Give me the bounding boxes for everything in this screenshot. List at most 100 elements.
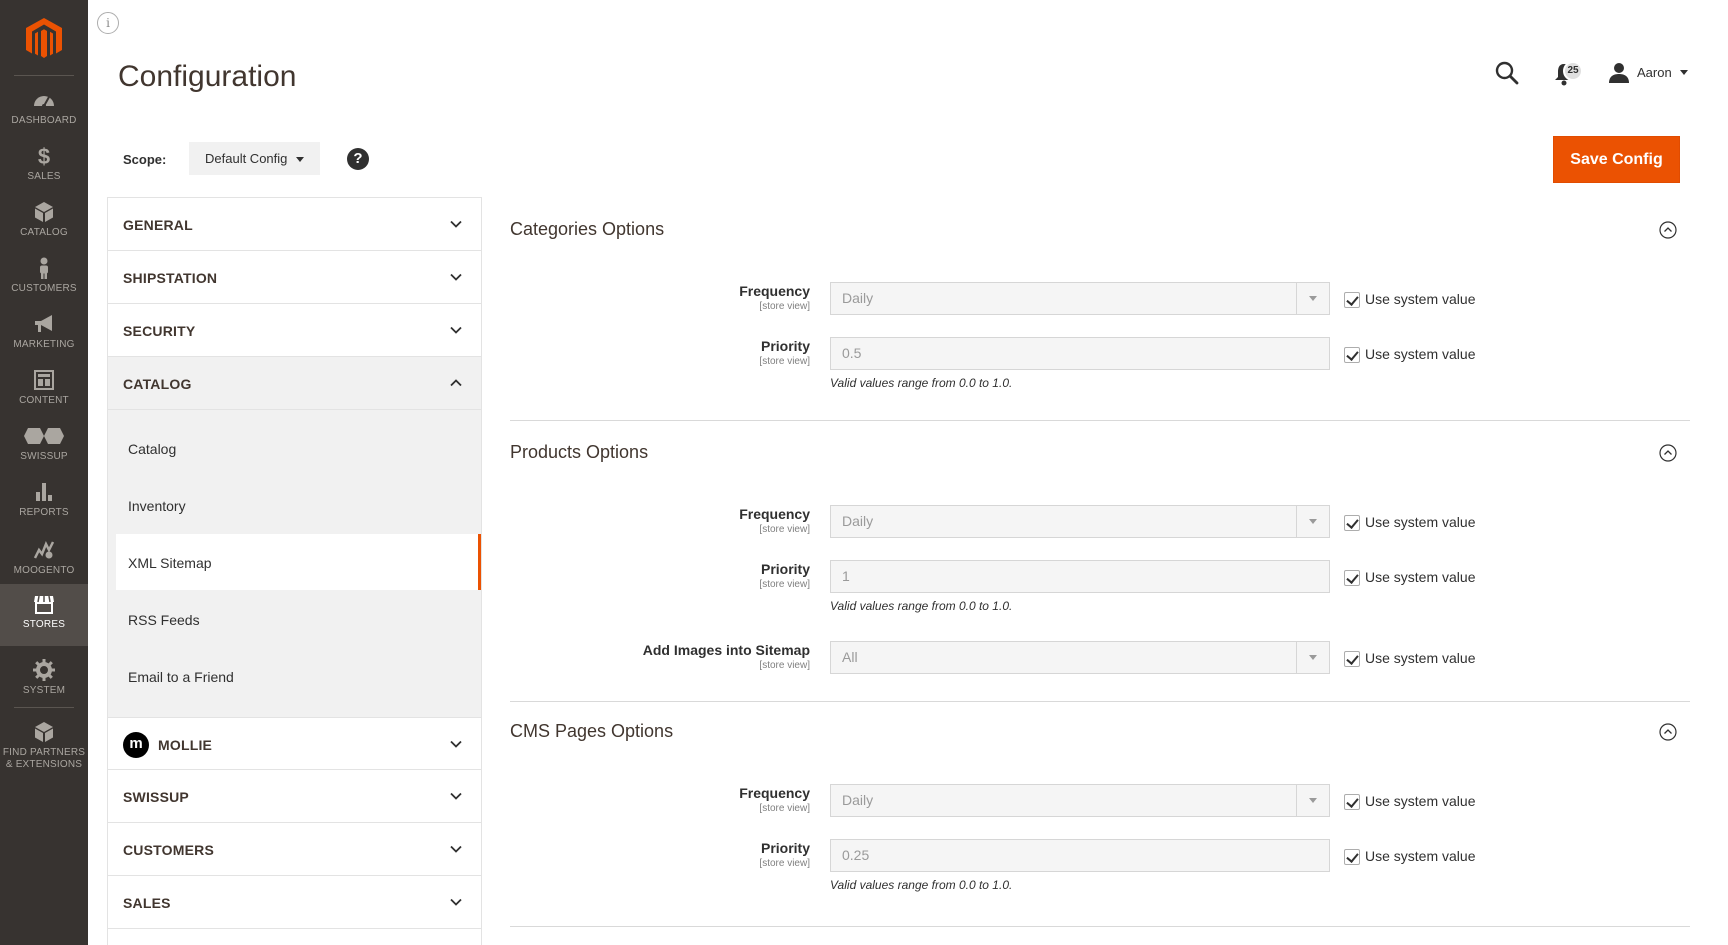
store-icon: [34, 595, 54, 614]
subtab-email-to-a-friend[interactable]: Email to a Friend: [108, 648, 481, 704]
collapse-up-icon[interactable]: [1659, 723, 1677, 741]
tab-general[interactable]: GENERAL: [108, 198, 481, 251]
megaphone-icon: [35, 315, 52, 332]
priority-label: Priority: [760, 561, 810, 577]
magento-logo-icon[interactable]: [22, 16, 66, 60]
tab-label: SHIPSTATION: [123, 270, 218, 286]
priority-note: Valid values range from 0.0 to 1.0.: [830, 599, 1013, 613]
frequency-select[interactable]: Daily: [830, 505, 1330, 538]
chevron-down-icon[interactable]: [296, 157, 304, 162]
store-view-scope: [store view]: [759, 301, 810, 312]
menu-item-label: SALES: [27, 171, 61, 182]
tab-sales[interactable]: SALES: [108, 876, 481, 929]
priority-input[interactable]: 0.5: [830, 337, 1330, 370]
menu-item-reports[interactable]: REPORTS: [0, 472, 88, 534]
use-system-value-checkbox[interactable]: [1344, 849, 1360, 865]
tab-mollie[interactable]: m MOLLIE: [108, 717, 481, 770]
chevron-down-icon[interactable]: [1680, 70, 1688, 75]
tab-label: GENERAL: [123, 217, 193, 233]
menu-item-label: STORES: [22, 619, 66, 630]
store-view-scope: [store view]: [759, 660, 810, 671]
chevron-down-icon: [450, 792, 462, 800]
section-title[interactable]: Products Options: [510, 442, 648, 463]
menu-item-moogento[interactable]: MOOGENTO: [0, 530, 88, 592]
menu-item-label: SYSTEM: [22, 685, 66, 696]
tab-swissup[interactable]: SWISSUP: [108, 770, 481, 823]
menu-item-sales[interactable]: $ SALES: [0, 136, 88, 198]
config-tabs: GENERAL SHIPSTATION SECURITY CATALOG Cat…: [107, 197, 482, 945]
use-system-value-label[interactable]: Use system value: [1365, 346, 1475, 362]
use-system-value-label[interactable]: Use system value: [1365, 514, 1475, 530]
add-images-label: Add Images into Sitemap: [642, 642, 810, 658]
tab-security[interactable]: SECURITY: [108, 304, 481, 357]
help-icon[interactable]: ?: [347, 148, 369, 170]
user-menu-name[interactable]: Aaron: [1637, 65, 1672, 80]
menu-item-customers[interactable]: CUSTOMERS: [0, 248, 88, 310]
section-products-options: Products Options Frequency [store view] …: [510, 442, 1690, 702]
notifications-count-badge[interactable]: 25: [1563, 61, 1583, 81]
tab-catalog[interactable]: CATALOG: [108, 357, 481, 410]
chevron-down-icon: [450, 898, 462, 906]
menu-item-label: REPORTS: [19, 507, 69, 518]
select-value: All: [842, 649, 858, 665]
menu-item-find-partners[interactable]: FIND PARTNERS & EXTENSIONS: [0, 712, 88, 782]
use-system-value-checkbox[interactable]: [1344, 794, 1360, 810]
use-system-value-label[interactable]: Use system value: [1365, 650, 1475, 666]
use-system-value-checkbox[interactable]: [1344, 292, 1360, 308]
info-icon[interactable]: i: [97, 12, 119, 34]
tab-label: CUSTOMERS: [123, 842, 214, 858]
save-config-button[interactable]: Save Config: [1553, 136, 1680, 183]
menu-item-system[interactable]: SYSTEM: [0, 650, 88, 712]
priority-note: Valid values range from 0.0 to 1.0.: [830, 878, 1013, 892]
section-title[interactable]: CMS Pages Options: [510, 721, 673, 742]
tab-shipstation[interactable]: SHIPSTATION: [108, 251, 481, 304]
user-icon[interactable]: [1608, 62, 1630, 84]
add-images-select[interactable]: All: [830, 641, 1330, 674]
chevron-down-icon: [1296, 506, 1329, 537]
use-system-value-checkbox[interactable]: [1344, 515, 1360, 531]
subtab-rss-feeds[interactable]: RSS Feeds: [108, 591, 481, 647]
frequency-select[interactable]: Daily: [830, 784, 1330, 817]
swissup-icon: [24, 428, 64, 444]
subtab-inventory[interactable]: Inventory: [108, 477, 481, 533]
subtab-catalog[interactable]: Catalog: [108, 420, 481, 476]
menu-item-catalog[interactable]: CATALOG: [0, 192, 88, 254]
use-system-value-label[interactable]: Use system value: [1365, 291, 1475, 307]
section-cms-pages-options: CMS Pages Options Frequency [store view]…: [510, 721, 1690, 931]
priority-input[interactable]: 0.25: [830, 839, 1330, 872]
admin-menu: DASHBOARD $ SALES CATALOG CUSTOMERS MARK…: [0, 0, 88, 945]
tab-customers[interactable]: CUSTOMERS: [108, 823, 481, 876]
priority-input[interactable]: 1: [830, 560, 1330, 593]
use-system-value-checkbox[interactable]: [1344, 651, 1360, 667]
use-system-value-label[interactable]: Use system value: [1365, 793, 1475, 809]
subtab-xml-sitemap[interactable]: XML Sitemap: [108, 534, 481, 590]
priority-label: Priority: [760, 338, 810, 354]
menu-item-content[interactable]: CONTENT: [0, 360, 88, 422]
menu-item-swissup[interactable]: SWISSUP: [0, 416, 88, 478]
chevron-down-icon: [1296, 283, 1329, 314]
section-divider: [510, 420, 1690, 421]
menu-item-marketing[interactable]: MARKETING: [0, 304, 88, 366]
chevron-down-icon: [450, 220, 462, 228]
section-title[interactable]: Categories Options: [510, 219, 664, 240]
dashboard-icon: [34, 96, 54, 108]
menu-item-label: CATALOG: [20, 227, 68, 238]
section-divider: [510, 926, 1690, 927]
use-system-value-label[interactable]: Use system value: [1365, 848, 1475, 864]
collapse-up-icon[interactable]: [1659, 221, 1677, 239]
menu-item-stores[interactable]: STORES: [0, 584, 88, 646]
box-icon: [35, 202, 53, 222]
collapse-up-icon[interactable]: [1659, 444, 1677, 462]
person-icon: [40, 257, 48, 279]
menu-item-dashboard[interactable]: DASHBOARD: [0, 80, 88, 142]
menu-divider: [14, 707, 74, 708]
frequency-select[interactable]: Daily: [830, 282, 1330, 315]
use-system-value-checkbox[interactable]: [1344, 570, 1360, 586]
section-divider: [510, 701, 1690, 702]
select-value: Daily: [842, 290, 874, 306]
use-system-value-label[interactable]: Use system value: [1365, 569, 1475, 585]
use-system-value-checkbox[interactable]: [1344, 347, 1360, 363]
layout-icon: [34, 370, 54, 390]
search-icon[interactable]: [1494, 60, 1520, 86]
chevron-down-icon: [1296, 785, 1329, 816]
